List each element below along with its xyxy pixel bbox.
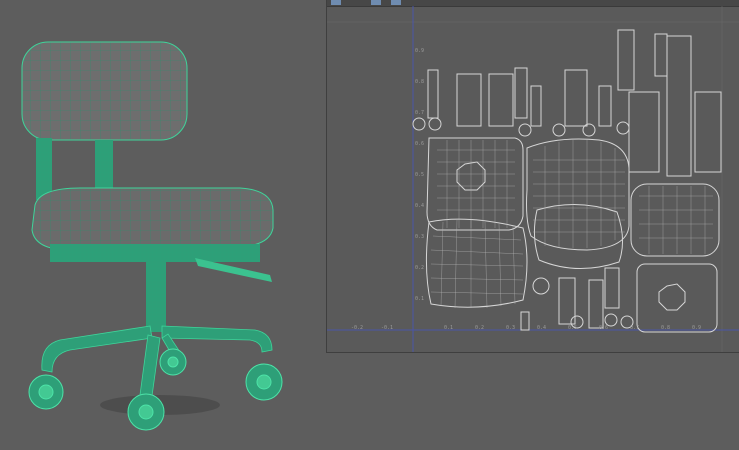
u-tick-label: 0.4 [537, 325, 547, 331]
u-tick-label: -0.2 [351, 325, 364, 331]
u-tick-label: 0.7 [630, 325, 640, 331]
u-tick-label: 0.5 [568, 325, 578, 331]
u-tick-label: -0.1 [381, 325, 394, 331]
chair-base-legs [41, 325, 273, 397]
chair-gas-cylinder [146, 262, 166, 332]
uv-layout-grid[interactable] [327, 0, 739, 352]
u-tick-label: 0.8 [661, 325, 671, 331]
uv-editor-panel[interactable]: -0.2 -0.1 0.1 0.2 0.3 0.4 0.5 0.6 0.7 0.… [326, 0, 739, 353]
3d-viewport[interactable]: -0.2 -0.1 0.1 0.2 0.3 0.4 0.5 0.6 0.7 0.… [0, 0, 739, 450]
v-tick-label: 0.2 [415, 265, 425, 271]
v-tick-label: 0.7 [415, 110, 425, 116]
chair-backrest [21, 41, 188, 141]
u-tick-label: 0.1 [444, 325, 454, 331]
u-tick-label: 0.9 [692, 325, 702, 331]
v-tick-label: 0.6 [415, 141, 425, 147]
v-tick-label: 0.9 [415, 48, 425, 54]
u-tick-label: 0.3 [506, 325, 516, 331]
chair-seat-base [50, 244, 260, 262]
u-tick-label: 0.6 [599, 325, 609, 331]
chair-seat [31, 187, 274, 251]
v-tick-label: 0.1 [415, 296, 425, 302]
v-tick-label: 0.4 [415, 203, 425, 209]
chair-wireframe-model[interactable] [0, 0, 330, 450]
u-tick-label: 0.2 [475, 325, 485, 331]
v-tick-label: 0.5 [415, 172, 425, 178]
v-tick-label: 0.3 [415, 234, 425, 240]
v-tick-label: 0.8 [415, 79, 425, 85]
